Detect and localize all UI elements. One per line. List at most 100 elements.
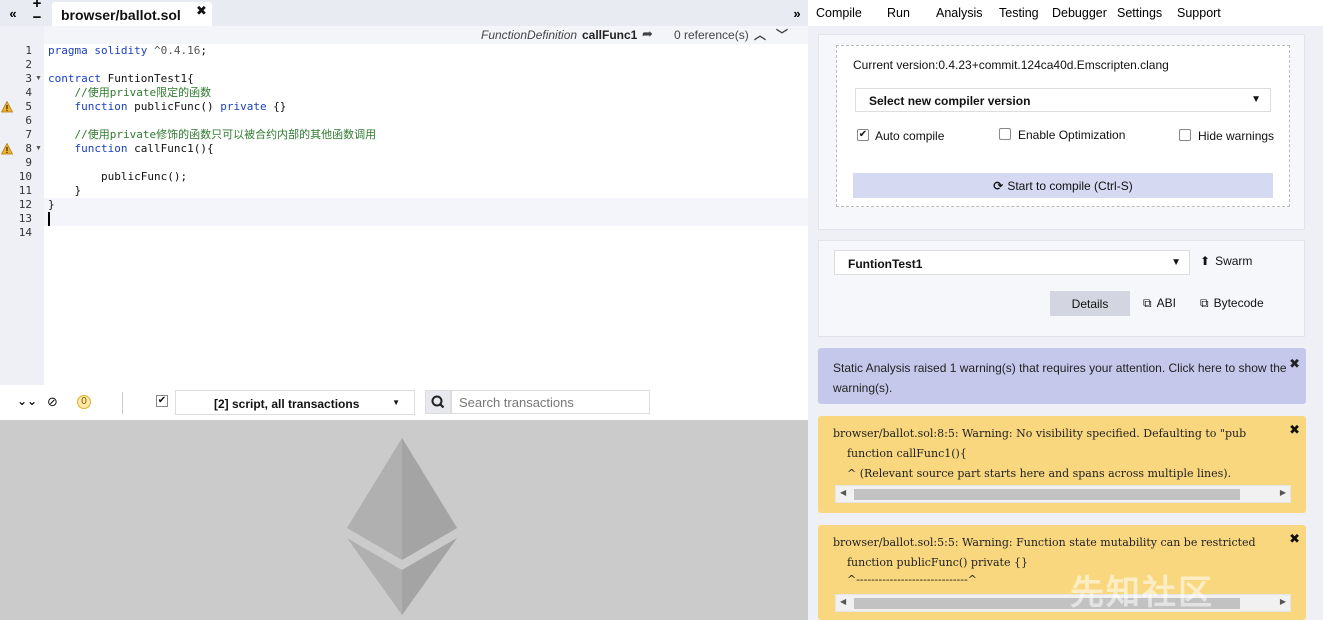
menu-analysis[interactable]: Analysis — [936, 6, 983, 20]
fn-name: callFunc1 — [582, 28, 638, 42]
search-transactions-input[interactable] — [451, 390, 650, 414]
compiler-warning: browser/ballot.sol:8:5: Warning: No visi… — [818, 416, 1306, 513]
scroll-left-icon[interactable]: ◀ — [840, 597, 846, 606]
close-tab-icon[interactable]: ✖ — [196, 3, 207, 19]
horizontal-scrollbar[interactable]: ◀ ▶ — [835, 485, 1291, 503]
auto-compile-label: Auto compile — [875, 129, 945, 143]
code-line: } — [48, 198, 55, 211]
copy-icon: ⧉ — [1143, 296, 1152, 310]
warning-pointer: ^ (Relevant source part starts here and … — [833, 467, 1232, 480]
code-line: } — [48, 184, 82, 197]
warning-source: function callFunc1(){ — [833, 447, 967, 460]
contract-select[interactable]: FuntionTest1 ▼ — [834, 250, 1190, 275]
collapse-right-icon[interactable]: » — [790, 0, 804, 26]
fold-toggle-icon[interactable]: ▼ — [35, 75, 42, 82]
warning-message: browser/ballot.sol:5:5: Warning: Functio… — [833, 536, 1256, 549]
bytecode-copy-button[interactable]: ⧉ Bytecode — [1200, 296, 1264, 311]
active-line-highlight — [44, 198, 808, 226]
contract-select-label: FuntionTest1 — [848, 257, 923, 271]
code-line: pragma solidity ^0.4.16; — [48, 44, 207, 57]
menu-run[interactable]: Run — [887, 6, 910, 20]
transaction-filter-select[interactable]: [2] script, all transactions ▼ — [175, 390, 415, 415]
tab-title: browser/ballot.sol — [61, 7, 181, 23]
compile-button-label: Start to compile (Ctrl-S) — [1007, 178, 1133, 193]
details-label: Details — [1071, 296, 1109, 311]
caret-down-icon: ▼ — [392, 398, 400, 407]
menu-testing[interactable]: Testing — [999, 6, 1039, 20]
ethereum-logo — [347, 438, 457, 615]
zoom-out-icon[interactable]: − — [30, 9, 44, 26]
minimize-terminal-icon[interactable]: ⌄⌄ — [17, 394, 37, 408]
filter-label: [2] script, all transactions — [214, 397, 360, 411]
close-icon[interactable]: ✖ — [1289, 531, 1300, 547]
compile-card: Current version:0.4.23+commit.124ca40d.E… — [818, 34, 1305, 230]
line-number: 2 — [25, 58, 32, 71]
code-line: //使用private限定的函数 — [74, 86, 212, 99]
caret-down-icon: ▼ — [1171, 257, 1181, 268]
hide-warnings-label: Hide warnings — [1198, 129, 1275, 143]
scroll-left-icon[interactable]: ◀ — [840, 488, 846, 497]
function-context-bar: FunctionDefinition callFunc1 ➦ 0 referen… — [44, 26, 808, 44]
code-line: contract FuntionTest1{ — [48, 72, 194, 85]
scrollbar-thumb[interactable] — [854, 489, 1240, 500]
current-version-text: Current version:0.4.23+commit.124ca40d.E… — [853, 58, 1169, 72]
hide-warnings-checkbox[interactable] — [1179, 129, 1191, 141]
compiler-version-select[interactable]: Select new compiler version ▼ — [855, 88, 1271, 112]
listen-network-checkbox[interactable]: ✔ — [156, 395, 168, 407]
details-button[interactable]: Details — [1050, 291, 1130, 316]
version-select-label: Select new compiler version — [869, 94, 1031, 108]
static-alert-text: Static Analysis raised 1 warning(s) that… — [833, 361, 1287, 395]
abi-copy-button[interactable]: ⧉ ABI — [1143, 296, 1176, 311]
menu-support[interactable]: Support — [1177, 6, 1221, 20]
collapse-left-icon[interactable]: « — [6, 0, 20, 26]
watermark-text: 先知社区 — [1070, 573, 1214, 613]
contract-card: FuntionTest1 ▼ ⬆ Swarm Details ⧉ ABI ⧉ Byte… — [818, 240, 1305, 337]
close-icon[interactable]: ✖ — [1289, 354, 1300, 374]
warning-message: browser/ballot.sol:8:5: Warning: No visi… — [833, 427, 1247, 440]
pending-tx-badge[interactable]: 0 — [77, 395, 91, 409]
warning-icon[interactable] — [1, 101, 13, 113]
chevron-up-icon[interactable]: ︿ — [754, 26, 766, 43]
line-number: 4 — [25, 86, 32, 99]
enable-optimization-checkbox[interactable] — [999, 128, 1011, 140]
code-line: publicFunc(); — [48, 170, 188, 183]
menu-compile[interactable]: Compile — [816, 6, 862, 20]
scroll-right-icon[interactable]: ▶ — [1280, 488, 1286, 497]
line-number: 9 — [25, 156, 32, 169]
auto-compile-checkbox[interactable]: ✔ — [857, 129, 869, 141]
references-count: 0 reference(s) — [674, 28, 749, 42]
clear-console-icon[interactable]: ⊘ — [47, 394, 58, 410]
fold-toggle-icon[interactable]: ▼ — [35, 145, 42, 152]
line-number: 11 — [18, 184, 32, 197]
line-number: 3 — [25, 72, 32, 85]
horizontal-scrollbar[interactable]: ◀ ▶ — [835, 594, 1291, 612]
terminal-output[interactable] — [0, 420, 808, 620]
warning-pointer: ^------------------------------^ — [833, 573, 977, 586]
close-icon[interactable]: ✖ — [1289, 422, 1300, 438]
code-area[interactable]: FunctionDefinition callFunc1 ➦ 0 referen… — [44, 26, 808, 385]
start-compile-button[interactable]: ⟳ Start to compile (Ctrl-S) — [853, 173, 1273, 198]
terminal-toolbar: ⌄⌄ ⊘ 0 ✔ [2] script, all transactions ▼ — [0, 385, 808, 420]
code-editor[interactable]: 1 2 3 ▼ 4 5 6 7 8 ▼ 9 10 11 12 13 14 FunctionDefinition… — [0, 26, 808, 385]
swarm-button[interactable]: ⬆ Swarm — [1200, 254, 1252, 268]
jump-to-definition-icon[interactable]: ➦ — [642, 26, 653, 42]
editor-tab-bar: « + − browser/ballot.sol ✖ » — [0, 0, 808, 26]
search-button[interactable] — [425, 390, 451, 414]
static-analysis-alert[interactable]: Static Analysis raised 1 warning(s) that… — [818, 348, 1306, 404]
copy-icon: ⧉ — [1200, 296, 1209, 310]
chevron-down-icon[interactable]: ﹀ — [776, 26, 788, 43]
search-icon — [431, 395, 445, 409]
toolbar-divider — [122, 392, 123, 414]
line-number: 6 — [25, 114, 32, 127]
scroll-right-icon[interactable]: ▶ — [1280, 597, 1286, 606]
editor-pane: « + − browser/ballot.sol ✖ » 1 2 3 ▼ 4 5 6 7 8 ▼ 9… — [0, 0, 808, 620]
line-number: 1 — [25, 44, 32, 57]
tab-ballot-sol[interactable]: browser/ballot.sol ✖ — [52, 2, 212, 26]
line-gutter: 1 2 3 ▼ 4 5 6 7 8 ▼ 9 10 11 12 13 14 — [0, 26, 44, 385]
warning-icon[interactable] — [1, 143, 13, 155]
caret-down-icon: ▼ — [1251, 94, 1261, 105]
line-number: 10 — [18, 170, 32, 183]
menu-debugger[interactable]: Debugger — [1052, 6, 1107, 20]
line-number: 7 — [25, 128, 32, 141]
menu-settings[interactable]: Settings — [1117, 6, 1162, 20]
